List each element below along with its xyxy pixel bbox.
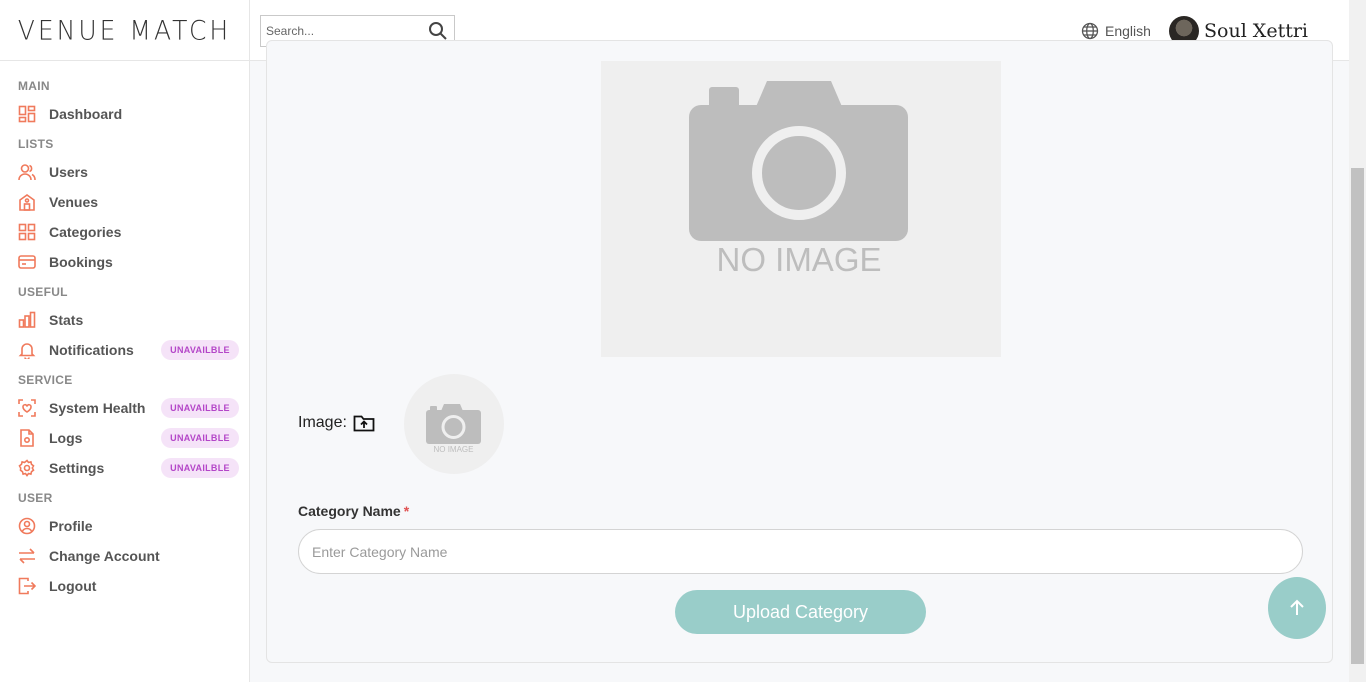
section-title-lists: LISTS	[18, 137, 54, 151]
bell-icon	[18, 341, 36, 359]
sidebar-item-stats[interactable]: Stats	[0, 305, 249, 335]
search-icon[interactable]	[428, 21, 448, 41]
gear-icon	[18, 459, 36, 477]
section-title-useful: USEFUL	[18, 285, 68, 299]
scrollbar-thumb[interactable]	[1351, 168, 1364, 664]
language-label: English	[1105, 23, 1151, 39]
upload-category-button[interactable]: Upload Category	[675, 590, 926, 634]
globe-icon	[1081, 22, 1099, 40]
categories-icon	[18, 223, 36, 241]
camera-icon: NO IMAGE	[689, 81, 908, 278]
user-name: Soul Xettri	[1204, 20, 1309, 42]
section-title-service: SERVICE	[18, 373, 73, 387]
sidebar-item-notifications[interactable]: Notifications UNAVAILBLE	[0, 335, 249, 365]
category-name-input[interactable]	[298, 529, 1303, 574]
profile-icon	[18, 517, 36, 535]
sidebar-item-logout[interactable]: Logout	[0, 571, 249, 601]
sidebar-item-label: Dashboard	[49, 106, 123, 122]
sidebar-item-settings[interactable]: Settings UNAVAILBLE	[0, 453, 249, 483]
sidebar-item-change-account[interactable]: Change Account	[0, 541, 249, 571]
sidebar-item-profile[interactable]: Profile	[0, 511, 249, 541]
sidebar-item-label: Settings	[49, 460, 105, 476]
sidebar-item-label: System Health	[49, 400, 146, 416]
category-name-label: Category Name *	[298, 503, 409, 519]
sidebar-item-label: Venues	[49, 194, 99, 210]
sidebar-item-categories[interactable]: Categories	[0, 217, 249, 247]
status-badge: UNAVAILBLE	[161, 428, 239, 448]
users-icon	[18, 163, 36, 181]
status-badge: UNAVAILBLE	[161, 458, 239, 478]
sidebar: VENUE MATCH MAIN Dashboard LISTS Users V…	[0, 0, 250, 682]
stats-icon	[18, 311, 36, 329]
image-thumbnail[interactable]: NO IMAGE	[404, 374, 504, 474]
sidebar-item-label: Profile	[49, 518, 93, 534]
camera-icon: NO IMAGE	[426, 404, 481, 454]
app-logo-text: VENUE MATCH	[17, 14, 232, 46]
language-selector[interactable]: English	[1081, 22, 1151, 40]
bookings-icon	[18, 253, 36, 271]
venue-icon	[18, 193, 36, 211]
dashboard-icon	[18, 105, 36, 123]
image-preview: NO IMAGE	[601, 61, 1001, 357]
sidebar-item-dashboard[interactable]: Dashboard	[0, 99, 249, 129]
sidebar-item-users[interactable]: Users	[0, 157, 249, 187]
logs-icon	[18, 429, 36, 447]
preview-text: NO IMAGE	[716, 241, 881, 278]
sidebar-item-logs[interactable]: Logs UNAVAILBLE	[0, 423, 249, 453]
section-title-main: MAIN	[18, 79, 50, 93]
folder-upload-icon[interactable]	[353, 413, 375, 433]
required-mark: *	[403, 503, 410, 519]
category-name-label-text: Category Name	[298, 503, 401, 519]
sidebar-item-venues[interactable]: Venues	[0, 187, 249, 217]
sidebar-item-label: Change Account	[49, 548, 160, 564]
sidebar-item-system-health[interactable]: System Health UNAVAILBLE	[0, 393, 249, 423]
sidebar-item-bookings[interactable]: Bookings	[0, 247, 249, 277]
sidebar-item-label: Users	[49, 164, 88, 180]
logout-icon	[18, 577, 36, 595]
health-icon	[18, 399, 36, 417]
app-logo[interactable]: VENUE MATCH	[0, 0, 249, 61]
sidebar-item-label: Bookings	[49, 254, 113, 270]
sidebar-item-label: Logout	[49, 578, 97, 594]
sidebar-item-label: Stats	[49, 312, 84, 328]
image-field: Image:	[298, 413, 375, 433]
thumbnail-text: NO IMAGE	[433, 445, 473, 454]
category-form-card: NO IMAGE Image: NO IMAGE Category Name * …	[266, 40, 1333, 663]
swap-icon	[18, 547, 36, 565]
scrollbar[interactable]	[1349, 0, 1366, 682]
sidebar-item-label: Notifications	[49, 342, 134, 358]
sidebar-item-label: Categories	[49, 224, 122, 240]
sidebar-nav: MAIN Dashboard LISTS Users Venues Catego…	[0, 61, 249, 601]
image-label: Image:	[298, 414, 347, 431]
arrow-up-icon	[1290, 599, 1304, 615]
section-title-user: USER	[18, 491, 53, 505]
status-badge: UNAVAILBLE	[161, 398, 239, 418]
scroll-to-top-button[interactable]	[1268, 577, 1326, 639]
status-badge: UNAVAILBLE	[161, 340, 239, 360]
sidebar-item-label: Logs	[49, 430, 83, 446]
